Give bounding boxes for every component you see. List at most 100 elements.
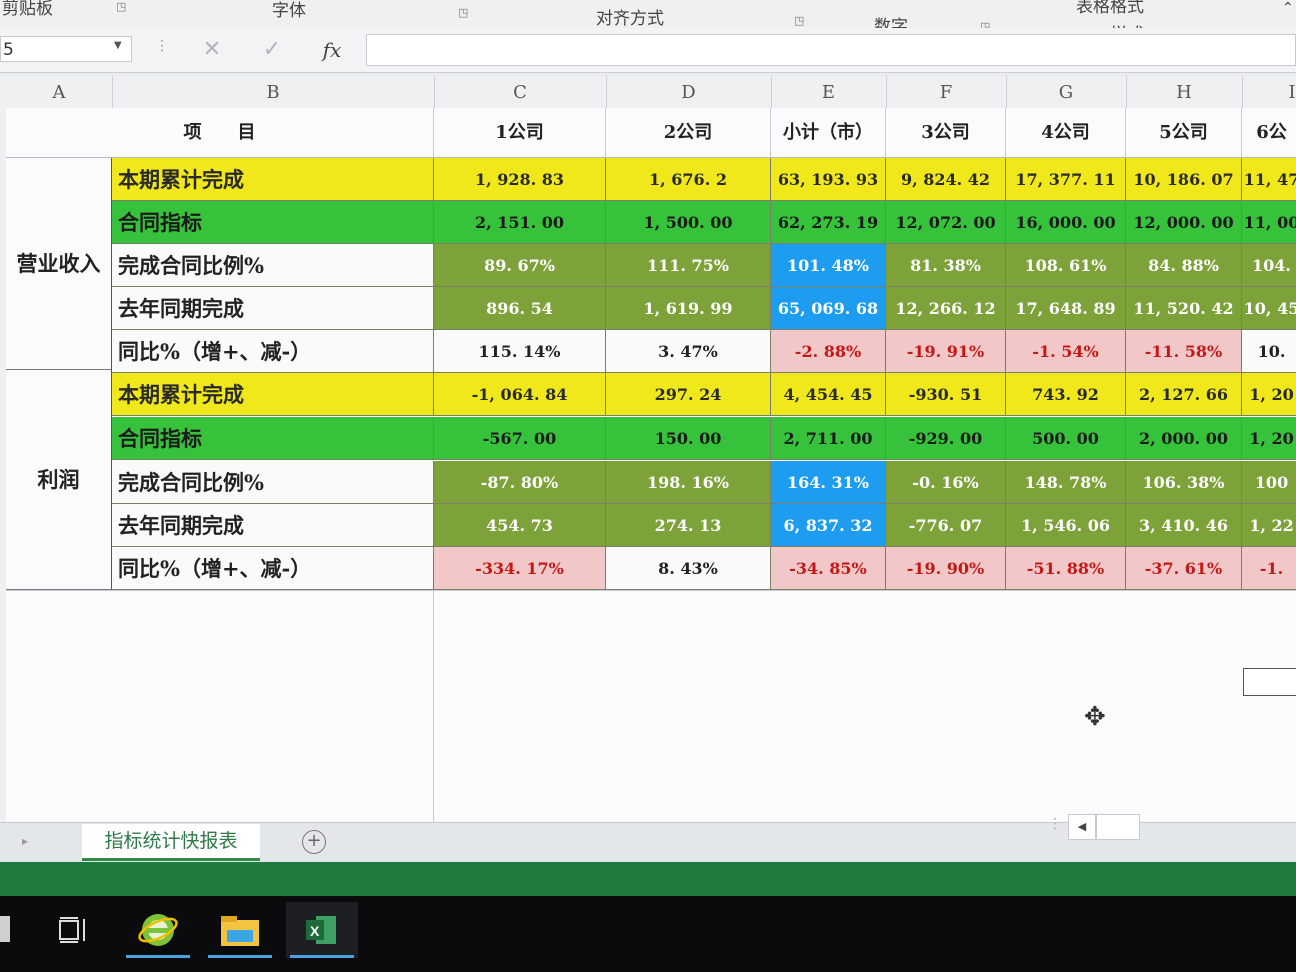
table-cell[interactable]: 81. 38% xyxy=(886,244,1006,287)
table-cell[interactable]: 12, 266. 12 xyxy=(886,287,1006,330)
table-cell[interactable]: 62, 273. 19 xyxy=(771,201,886,244)
table-cell[interactable]: -930. 51 xyxy=(886,373,1006,416)
table-cell[interactable]: -19. 90% xyxy=(886,547,1006,590)
table-cell[interactable]: 65, 069. 68 xyxy=(771,287,886,330)
table-cell[interactable]: -776. 07 xyxy=(886,504,1006,547)
row-label[interactable]: 同比%（增+、减-） xyxy=(112,547,434,590)
alignment-launcher-icon[interactable]: ◳ xyxy=(794,14,804,27)
horizontal-scrollbar-thumb[interactable] xyxy=(1096,814,1140,840)
scroll-tabs-left-icon[interactable]: ▸ xyxy=(22,834,28,848)
row-label[interactable]: 完成合同比例% xyxy=(112,244,434,287)
table-cell[interactable]: 108. 61% xyxy=(1006,244,1126,287)
table-cell[interactable]: -51. 88% xyxy=(1006,547,1126,590)
table-cell[interactable]: 63, 193. 93 xyxy=(771,158,886,201)
table-cell[interactable]: 16, 000. 00 xyxy=(1006,201,1126,244)
column-header-g[interactable]: G xyxy=(1006,82,1126,103)
header-company-5[interactable]: 5公司 xyxy=(1126,108,1242,158)
selected-cell-outline[interactable] xyxy=(1243,668,1296,696)
row-label[interactable]: 本期累计完成 xyxy=(112,373,434,416)
column-header-f[interactable]: F xyxy=(886,82,1006,103)
table-cell[interactable]: 1, 20 xyxy=(1242,373,1296,416)
table-cell[interactable]: -87. 80% xyxy=(434,461,606,504)
formula-input[interactable] xyxy=(366,34,1296,66)
table-cell[interactable]: -37. 61% xyxy=(1126,547,1242,590)
header-company-4[interactable]: 4公司 xyxy=(1006,108,1126,158)
row-label[interactable]: 去年同期完成 xyxy=(112,504,434,547)
table-cell[interactable]: 297. 24 xyxy=(606,373,771,416)
sheet-tab-active[interactable]: 指标统计快报表 xyxy=(82,824,260,861)
column-header-i[interactable]: I xyxy=(1242,82,1296,103)
table-format-button[interactable]: 表格格式 xyxy=(1076,0,1144,17)
column-header-c[interactable]: C xyxy=(434,82,606,103)
table-cell[interactable]: 89. 67% xyxy=(434,244,606,287)
table-cell[interactable]: 101. 48% xyxy=(771,244,886,287)
column-header-h[interactable]: H xyxy=(1126,82,1242,103)
cancel-icon[interactable]: ✕ xyxy=(192,36,232,64)
row-label[interactable]: 合同指标 xyxy=(112,201,434,244)
table-cell[interactable]: 17, 377. 11 xyxy=(1006,158,1126,201)
table-cell[interactable]: 106. 38% xyxy=(1126,461,1242,504)
table-cell[interactable]: 11, 520. 42 xyxy=(1126,287,1242,330)
table-cell[interactable]: 1, 20 xyxy=(1242,417,1296,460)
table-cell[interactable]: 17, 648. 89 xyxy=(1006,287,1126,330)
column-header-e[interactable]: E xyxy=(771,82,886,103)
header-company-2[interactable]: 2公司 xyxy=(606,108,771,158)
table-cell[interactable]: -19. 91% xyxy=(886,330,1006,373)
section-revenue-label[interactable]: 营业收入 xyxy=(6,158,112,370)
task-view-icon[interactable] xyxy=(38,902,110,958)
table-cell[interactable]: 1, 546. 06 xyxy=(1006,504,1126,547)
header-company-1[interactable]: 1公司 xyxy=(434,108,606,158)
table-cell[interactable]: 274. 13 xyxy=(606,504,771,547)
start-icon[interactable] xyxy=(0,916,10,942)
section-profit-label[interactable]: 利润 xyxy=(6,370,112,590)
table-cell[interactable]: -929. 00 xyxy=(886,417,1006,460)
table-cell[interactable]: 3, 410. 46 xyxy=(1126,504,1242,547)
table-cell[interactable]: 10. xyxy=(1242,330,1296,373)
table-cell[interactable]: 1, 500. 00 xyxy=(606,201,771,244)
table-cell[interactable]: 10, 45 xyxy=(1242,287,1296,330)
table-cell[interactable]: 2, 711. 00 xyxy=(771,417,886,460)
table-cell[interactable]: 8. 43% xyxy=(606,547,771,590)
clipboard-launcher-icon[interactable]: ◳ xyxy=(116,0,126,13)
table-cell[interactable]: -334. 17% xyxy=(434,547,606,590)
table-cell[interactable]: -1. 54% xyxy=(1006,330,1126,373)
row-label[interactable]: 同比%（增+、减-） xyxy=(112,330,434,373)
header-company-3[interactable]: 3公司 xyxy=(886,108,1006,158)
row-label[interactable]: 合同指标 xyxy=(112,417,434,460)
enter-icon[interactable]: ✓ xyxy=(252,36,292,64)
table-cell[interactable]: 2, 151. 00 xyxy=(434,201,606,244)
column-header-a[interactable]: A xyxy=(6,82,112,103)
table-cell[interactable]: 104. xyxy=(1242,244,1296,287)
collapse-ribbon-icon[interactable]: ⌃ xyxy=(1282,0,1294,16)
table-cell[interactable]: -1, 064. 84 xyxy=(434,373,606,416)
row-label[interactable]: 完成合同比例% xyxy=(112,461,434,504)
table-cell[interactable]: 1, 676. 2 xyxy=(606,158,771,201)
name-box[interactable]: 5 xyxy=(0,36,132,62)
table-cell[interactable]: 100 xyxy=(1242,461,1296,504)
file-explorer-icon[interactable] xyxy=(204,902,276,958)
table-cell[interactable]: 148. 78% xyxy=(1006,461,1126,504)
table-cell[interactable]: 2, 000. 00 xyxy=(1126,417,1242,460)
table-cell[interactable]: 84. 88% xyxy=(1126,244,1242,287)
table-cell[interactable]: 2, 127. 66 xyxy=(1126,373,1242,416)
row-label[interactable]: 去年同期完成 xyxy=(112,287,434,330)
table-cell[interactable]: 9, 824. 42 xyxy=(886,158,1006,201)
header-item-cell[interactable]: 项 目 xyxy=(6,108,434,158)
excel-icon[interactable]: X xyxy=(286,902,358,958)
table-cell[interactable]: -34. 85% xyxy=(771,547,886,590)
row-label[interactable]: 本期累计完成 xyxy=(112,158,434,201)
scroll-left-icon[interactable]: ◀ xyxy=(1068,814,1096,840)
name-box-dropdown-icon[interactable]: ▼ xyxy=(114,40,122,51)
column-header-d[interactable]: D xyxy=(606,82,771,103)
table-cell[interactable]: 10, 186. 07 xyxy=(1126,158,1242,201)
table-cell[interactable]: 164. 31% xyxy=(771,461,886,504)
table-cell[interactable]: 11, 00 xyxy=(1242,201,1296,244)
table-cell[interactable]: 896. 54 xyxy=(434,287,606,330)
table-cell[interactable]: 4, 454. 45 xyxy=(771,373,886,416)
table-cell[interactable]: -2. 88% xyxy=(771,330,886,373)
table-cell[interactable]: -0. 16% xyxy=(886,461,1006,504)
table-cell[interactable]: 11, 47 xyxy=(1242,158,1296,201)
table-cell[interactable]: 12, 072. 00 xyxy=(886,201,1006,244)
table-cell[interactable]: 111. 75% xyxy=(606,244,771,287)
table-cell[interactable]: 1, 619. 99 xyxy=(606,287,771,330)
